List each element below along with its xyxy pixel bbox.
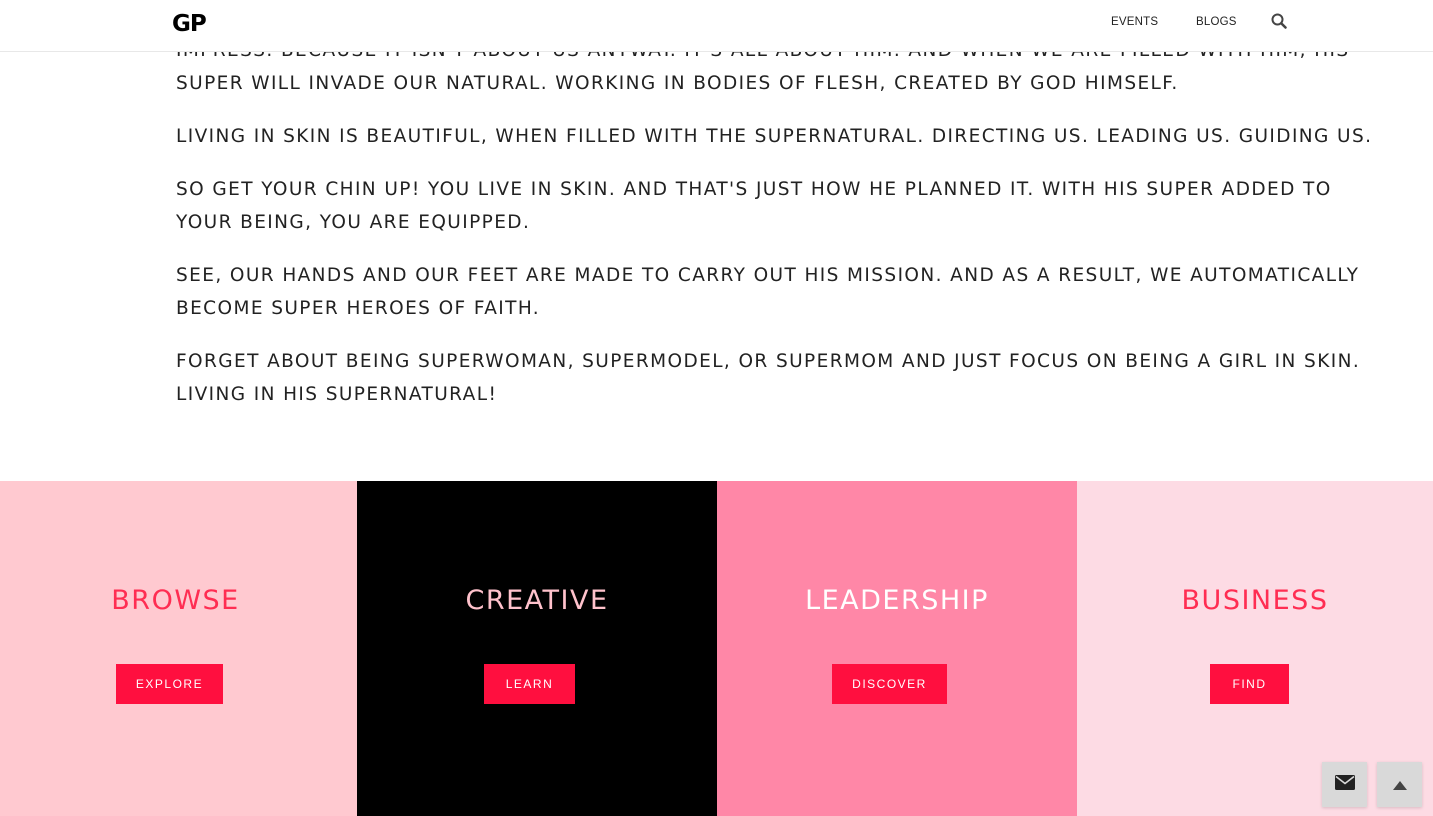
site-header: GP EVENTS BLOGS bbox=[0, 0, 1433, 52]
category-tiles: BROWSE EXPLORE CREATIVE LEARN LEADERSHIP… bbox=[0, 481, 1433, 816]
tile-title: BUSINESS bbox=[1181, 585, 1329, 616]
article-paragraph: SEE, OUR HANDS AND OUR FEET ARE MADE TO … bbox=[176, 259, 1360, 325]
paragraph-line: SEE, OUR HANDS AND OUR FEET ARE MADE TO … bbox=[176, 265, 1360, 286]
tile-creative: CREATIVE LEARN bbox=[357, 481, 717, 816]
contact-button[interactable] bbox=[1322, 762, 1367, 807]
article-paragraph: SO GET YOUR CHIN UP! YOU LIVE IN SKIN. A… bbox=[176, 173, 1332, 239]
article-paragraph: LIVING IN SKIN IS BEAUTIFUL, WHEN FILLED… bbox=[176, 120, 1373, 153]
tile-title: CREATIVE bbox=[465, 585, 609, 616]
paragraph-line: LIVING IN HIS SUPERNATURAL! bbox=[176, 384, 498, 405]
paragraph-line: LIVING IN SKIN IS BEAUTIFUL, WHEN FILLED… bbox=[176, 126, 1373, 147]
paragraph-line: SO GET YOUR CHIN UP! YOU LIVE IN SKIN. A… bbox=[176, 179, 1332, 200]
paragraph-line: FORGET ABOUT BEING SUPERWOMAN, SUPERMODE… bbox=[176, 351, 1361, 372]
nav-item-events[interactable]: EVENTS bbox=[1111, 16, 1158, 28]
article-paragraph: FORGET ABOUT BEING SUPERWOMAN, SUPERMODE… bbox=[176, 345, 1361, 411]
paragraph-line: SUPER WILL INVADE OUR NATURAL. WORKING I… bbox=[176, 73, 1179, 94]
nav-item-blogs[interactable]: BLOGS bbox=[1196, 16, 1237, 28]
tile-browse: BROWSE EXPLORE bbox=[0, 481, 357, 816]
logo[interactable]: GP bbox=[172, 11, 207, 37]
find-button[interactable]: FIND bbox=[1210, 664, 1289, 704]
tile-title: BROWSE bbox=[111, 585, 240, 616]
arrow-up-icon bbox=[1392, 775, 1407, 794]
learn-button[interactable]: LEARN bbox=[484, 664, 575, 704]
search-icon[interactable] bbox=[1271, 13, 1287, 29]
back-to-top-button[interactable] bbox=[1377, 762, 1422, 807]
paragraph-line: BECOME SUPER HEROES OF FAITH. bbox=[176, 298, 541, 319]
discover-button[interactable]: DISCOVER bbox=[832, 664, 947, 704]
tile-leadership: LEADERSHIP DISCOVER bbox=[717, 481, 1077, 816]
paragraph-line: YOUR BEING, YOU ARE EQUIPPED. bbox=[176, 212, 531, 233]
tile-title: LEADERSHIP bbox=[805, 585, 989, 616]
envelope-icon bbox=[1334, 775, 1355, 794]
explore-button[interactable]: EXPLORE bbox=[116, 664, 223, 704]
